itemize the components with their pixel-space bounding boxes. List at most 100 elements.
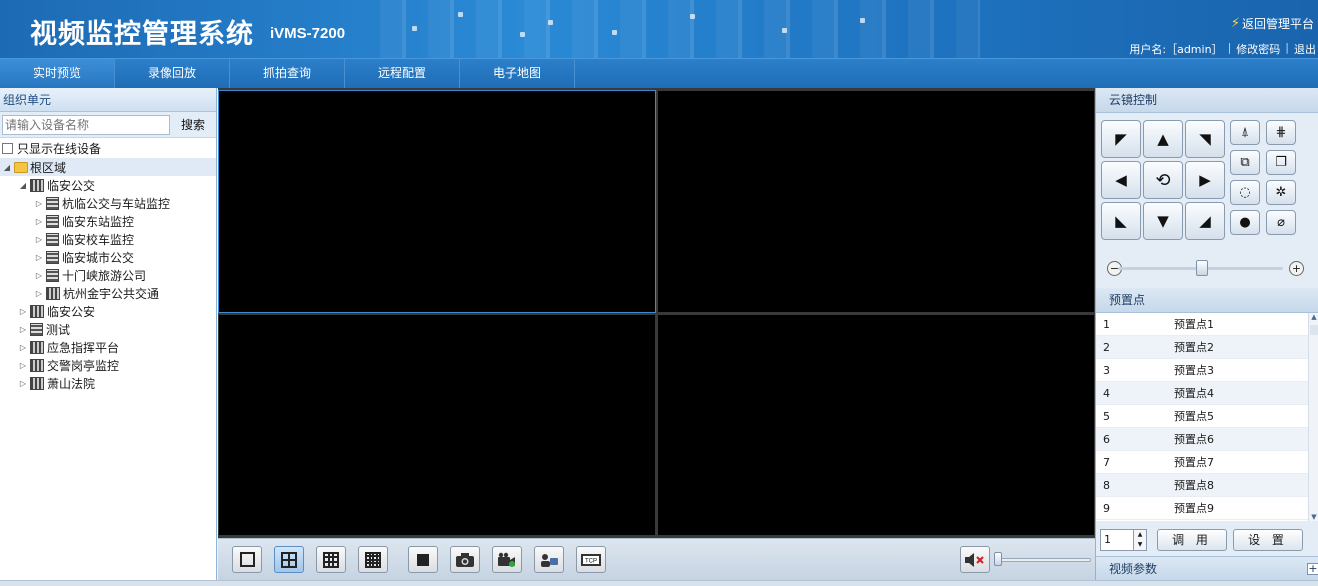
tree-node-linan-bus[interactable]: ◢ 临安公交: [0, 176, 216, 194]
scroll-down-icon[interactable]: ▼: [1309, 513, 1318, 521]
expand-icon[interactable]: ▷: [34, 217, 44, 226]
volume-slider-thumb[interactable]: [994, 552, 1002, 566]
layout-4x4-button[interactable]: [358, 546, 388, 573]
expand-icon[interactable]: ▷: [34, 289, 44, 298]
back-to-platform-link[interactable]: ⚡ 返回管理平台: [1231, 15, 1314, 32]
ptz-speed-slider-thumb[interactable]: [1196, 260, 1208, 276]
collapse-icon[interactable]: ◢: [18, 181, 28, 190]
tree-node-label: 临安公交: [47, 178, 96, 193]
expand-icon[interactable]: ▷: [18, 325, 28, 334]
preset-number-stepper[interactable]: ▲ ▼: [1134, 528, 1147, 551]
collapse-icon[interactable]: ◢: [2, 163, 12, 172]
preset-row[interactable]: 5 预置点5: [1096, 405, 1308, 428]
call-preset-button[interactable]: 调 用: [1157, 528, 1227, 551]
tree-node-device[interactable]: ▷ 临安校车监控: [0, 230, 216, 248]
ptz-up-left-button[interactable]: ◤: [1101, 120, 1141, 158]
video-pane-4[interactable]: [658, 315, 1094, 535]
scroll-up-icon[interactable]: ▲: [1309, 313, 1318, 321]
preset-row[interactable]: 6 预置点6: [1096, 428, 1308, 451]
layout-2x2-button[interactable]: [274, 546, 304, 573]
zoom-out-button[interactable]: ⋕: [1266, 120, 1296, 145]
ptz-down-button[interactable]: ▼: [1143, 202, 1183, 240]
iris-close-button[interactable]: ✲: [1266, 180, 1296, 205]
capture-button[interactable]: [450, 546, 480, 573]
stepper-up-icon[interactable]: ▲: [1138, 531, 1143, 538]
stepper-down-icon[interactable]: ▼: [1138, 541, 1143, 548]
change-password-link[interactable]: 修改密码: [1236, 41, 1280, 57]
logout-link[interactable]: 退出: [1294, 41, 1316, 57]
expand-icon[interactable]: ▷: [18, 307, 28, 316]
tree-large-icon: ⋕: [1275, 125, 1287, 140]
online-only-row[interactable]: 只显示在线设备: [0, 138, 216, 158]
tree-node-emergency[interactable]: ▷ 应急指挥平台: [0, 338, 216, 356]
preset-scrollbar[interactable]: ▲ ▼: [1308, 313, 1318, 521]
speed-increase-icon[interactable]: +: [1289, 261, 1304, 276]
video-pane-1[interactable]: [218, 90, 656, 313]
preset-row[interactable]: 4 预置点4: [1096, 382, 1308, 405]
header-decoration-dot: [548, 20, 553, 25]
search-button[interactable]: 搜索: [174, 115, 212, 135]
scrollbar-thumb[interactable]: [1310, 325, 1318, 335]
tree-node-device[interactable]: ▷ 临安城市公交: [0, 248, 216, 266]
preset-row[interactable]: 3 预置点3: [1096, 359, 1308, 382]
tab-live-preview[interactable]: 实时预览: [0, 59, 115, 88]
expand-icon[interactable]: ▷: [34, 235, 44, 244]
tree-node-device[interactable]: ▷ 十门峡旅游公司: [0, 266, 216, 284]
tab-playback[interactable]: 录像回放: [115, 59, 230, 88]
preset-row[interactable]: 9 预置点9: [1096, 497, 1308, 520]
ptz-up-right-button[interactable]: ◥: [1185, 120, 1225, 158]
ptz-auto-scan-button[interactable]: ⟲: [1143, 161, 1183, 199]
preset-number-input[interactable]: 1: [1100, 528, 1134, 551]
tree-node-traffic-police[interactable]: ▷ 交警岗亭监控: [0, 356, 216, 374]
preview-toolbar: TCP: [218, 538, 1095, 580]
preset-row[interactable]: 7 预置点7: [1096, 451, 1308, 474]
tree-node-device[interactable]: ▷ 杭州金宇公共交通: [0, 284, 216, 302]
ptz-down-left-button[interactable]: ◣: [1101, 202, 1141, 240]
tab-e-map[interactable]: 电子地图: [460, 59, 575, 88]
expand-icon[interactable]: ▷: [18, 361, 28, 370]
focus-near-button[interactable]: ⧉: [1230, 150, 1260, 175]
tab-remote-config[interactable]: 远程配置: [345, 59, 460, 88]
expand-icon[interactable]: ▷: [18, 379, 28, 388]
intercom-button[interactable]: [534, 546, 564, 573]
video-pane-3[interactable]: [219, 315, 655, 535]
preset-row[interactable]: 8 预置点8: [1096, 474, 1308, 497]
ptz-title: 云镜控制: [1096, 88, 1318, 113]
device-search-input[interactable]: [2, 114, 170, 135]
ptz-down-right-button[interactable]: ◢: [1185, 202, 1225, 240]
tree-node-test[interactable]: ▷ 测试: [0, 320, 216, 338]
volume-mute-button[interactable]: [960, 546, 990, 573]
focus-far-button[interactable]: ❐: [1266, 150, 1296, 175]
expand-icon[interactable]: ▷: [34, 253, 44, 262]
ptz-up-button[interactable]: ▲: [1143, 120, 1183, 158]
volume-slider-track[interactable]: [996, 558, 1091, 562]
tree-node-device[interactable]: ▷ 杭临公交与车站监控: [0, 194, 216, 212]
tree-node-device[interactable]: ▷ 临安东站监控: [0, 212, 216, 230]
layout-1x1-button[interactable]: [232, 546, 262, 573]
expand-icon[interactable]: ▷: [34, 271, 44, 280]
expand-icon[interactable]: ▷: [34, 199, 44, 208]
wiper-button[interactable]: ⌀: [1266, 210, 1296, 235]
expand-icon[interactable]: +: [1307, 563, 1318, 575]
zoom-in-button[interactable]: ⍋: [1230, 120, 1260, 145]
layout-3x3-button[interactable]: [316, 546, 346, 573]
preset-row[interactable]: 1 预置点1: [1096, 313, 1308, 336]
record-button[interactable]: [492, 546, 522, 573]
expand-icon[interactable]: ▷: [18, 343, 28, 352]
tcp-protocol-button[interactable]: TCP: [576, 546, 606, 573]
tree-node-court[interactable]: ▷ 萧山法院: [0, 374, 216, 392]
ptz-left-button[interactable]: ◀: [1101, 161, 1141, 199]
tree-root[interactable]: ◢ 根区域: [0, 158, 216, 176]
tab-capture-query[interactable]: 抓拍查询: [230, 59, 345, 88]
organization-icon: [30, 178, 44, 192]
stop-all-button[interactable]: [408, 546, 438, 573]
ptz-right-button[interactable]: ▶: [1185, 161, 1225, 199]
video-params-header[interactable]: 视频参数 +: [1096, 556, 1318, 580]
video-pane-2[interactable]: [658, 91, 1094, 312]
iris-open-button[interactable]: ◌: [1230, 180, 1260, 205]
preset-row[interactable]: 2 预置点2: [1096, 336, 1308, 359]
set-preset-button[interactable]: 设 置: [1233, 528, 1303, 551]
light-button[interactable]: ●: [1230, 210, 1260, 235]
tree-node-linan-police[interactable]: ▷ 临安公安: [0, 302, 216, 320]
online-only-checkbox[interactable]: [2, 142, 13, 154]
